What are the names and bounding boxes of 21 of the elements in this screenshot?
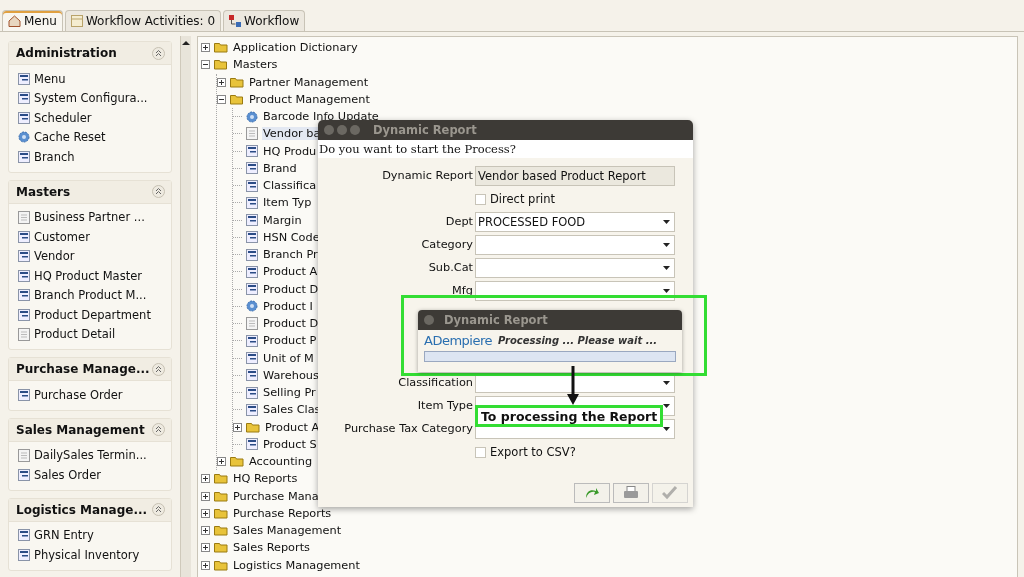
field-label: Dynamic Report: [381, 168, 473, 184]
checkbox-label: Export to CSV?: [490, 445, 576, 459]
field-label: Item Type: [416, 398, 473, 414]
question-text: Do you want to start the Process?: [318, 140, 693, 158]
field-label: Category: [420, 237, 473, 253]
field-label: Purchase Tax Category: [343, 421, 473, 437]
section-title: Logistics Manage...: [16, 502, 148, 517]
dialog-title: Dynamic Report: [373, 123, 477, 137]
section-title: Purchase Manage...: [16, 362, 150, 376]
checkbox-label: Direct print: [490, 192, 556, 206]
field-label: Sub.Cat: [427, 260, 473, 276]
readonly-field: Vendor based Product Report: [475, 166, 675, 186]
field-label: Dept: [444, 214, 473, 230]
annotation-label: To processing the Report: [475, 405, 664, 427]
logo: ADempiere: [424, 333, 492, 348]
dialog-title: Dynamic Report: [444, 313, 548, 327]
section-title: Sales Management: [16, 422, 145, 437]
section-title: Masters: [16, 184, 71, 199]
field-label: Classification: [397, 375, 473, 391]
progress-message: Processing ... Please wait ...: [498, 335, 658, 346]
section-title: Administration: [16, 46, 117, 60]
